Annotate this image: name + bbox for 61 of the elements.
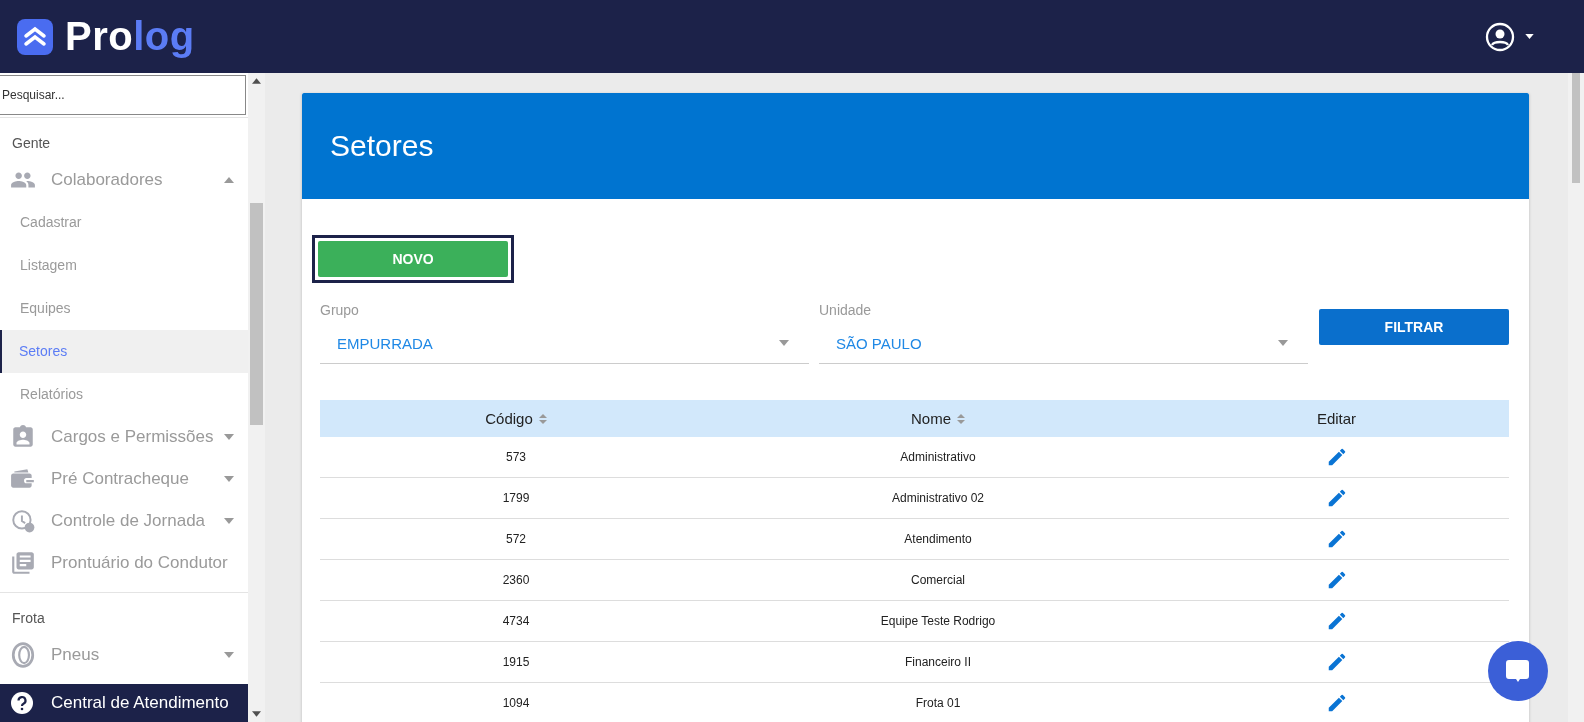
logo-icon xyxy=(17,18,53,55)
submenu-item[interactable]: Relatórios xyxy=(0,373,248,416)
table-cell: Comercial xyxy=(712,559,1164,601)
select-field[interactable]: SÃO PAULO xyxy=(819,323,1308,363)
caret-icon xyxy=(224,518,234,524)
table-cell: 4734 xyxy=(320,600,712,642)
sort-icon xyxy=(957,413,965,424)
caret-icon xyxy=(779,340,789,346)
badge-icon xyxy=(10,424,36,450)
menu-item[interactable]: Cargos e Permissões xyxy=(0,416,248,458)
table-cell: Administrativo 02 xyxy=(712,477,1164,519)
section-title: Gente xyxy=(11,134,52,153)
field-label: Grupo xyxy=(320,302,359,318)
table-cell: Atendimento xyxy=(712,518,1164,560)
submenu-item[interactable]: Setores xyxy=(0,330,248,373)
new-button[interactable]: NOVO xyxy=(318,241,508,277)
column-header[interactable]: Nome xyxy=(712,400,1164,437)
menu-item[interactable]: Pneus xyxy=(0,634,248,676)
caret-icon xyxy=(224,434,234,440)
list-icon xyxy=(10,550,36,576)
table-cell: 1799 xyxy=(320,477,712,519)
scroll-down-icon[interactable] xyxy=(252,711,261,717)
submenu-item[interactable]: Cadastrar xyxy=(0,201,248,244)
table-cell: Frota 01 xyxy=(712,682,1164,722)
table-cell: Administrativo xyxy=(712,437,1164,478)
table-cell: 572 xyxy=(320,518,712,560)
table-cell: 2360 xyxy=(320,559,712,601)
table-cell: 1915 xyxy=(320,641,712,683)
page-title: Setores xyxy=(330,129,434,163)
menu-item[interactable]: Prontuário do Condutor xyxy=(0,542,248,584)
caret-icon xyxy=(1278,340,1288,346)
table-cell: Equipe Teste Rodrigo xyxy=(712,600,1164,642)
caret-icon xyxy=(224,476,234,482)
caret-icon xyxy=(224,652,234,658)
clock-icon xyxy=(10,508,36,534)
search-field[interactable]: Pesquisar... xyxy=(0,75,246,115)
help-center-button[interactable]: Central de Atendimento xyxy=(0,684,248,722)
column-header[interactable]: Código xyxy=(320,400,712,437)
submenu-item[interactable]: Listagem xyxy=(0,244,248,287)
section-title: Frota xyxy=(11,609,46,628)
select-field[interactable]: EMPURRADA xyxy=(320,323,809,363)
tire-icon xyxy=(10,642,36,668)
table-cell: 573 xyxy=(320,437,712,478)
caret-icon[interactable] xyxy=(1525,34,1534,39)
user-avatar-icon[interactable] xyxy=(1485,21,1515,52)
menu-item[interactable]: Pré Contracheque xyxy=(0,458,248,500)
menu-item[interactable]: Controle de Jornada xyxy=(0,500,248,542)
logo-text: Prolog xyxy=(65,14,195,59)
caret-icon xyxy=(224,177,234,183)
scrollbar[interactable] xyxy=(1568,73,1584,722)
table-cell: 1094 xyxy=(320,682,712,722)
scrollbar[interactable] xyxy=(248,73,265,722)
help-icon xyxy=(11,692,33,714)
filter-button[interactable]: FILTRAR xyxy=(1319,309,1509,345)
table-cell: Financeiro II xyxy=(712,641,1164,683)
field-label: Unidade xyxy=(819,302,872,318)
column-header: Editar xyxy=(1164,400,1509,437)
sort-icon xyxy=(538,413,547,424)
scroll-up-icon[interactable] xyxy=(252,78,261,84)
submenu-item[interactable]: Equipes xyxy=(0,287,248,330)
menu-item[interactable]: Colaboradores xyxy=(0,159,248,201)
